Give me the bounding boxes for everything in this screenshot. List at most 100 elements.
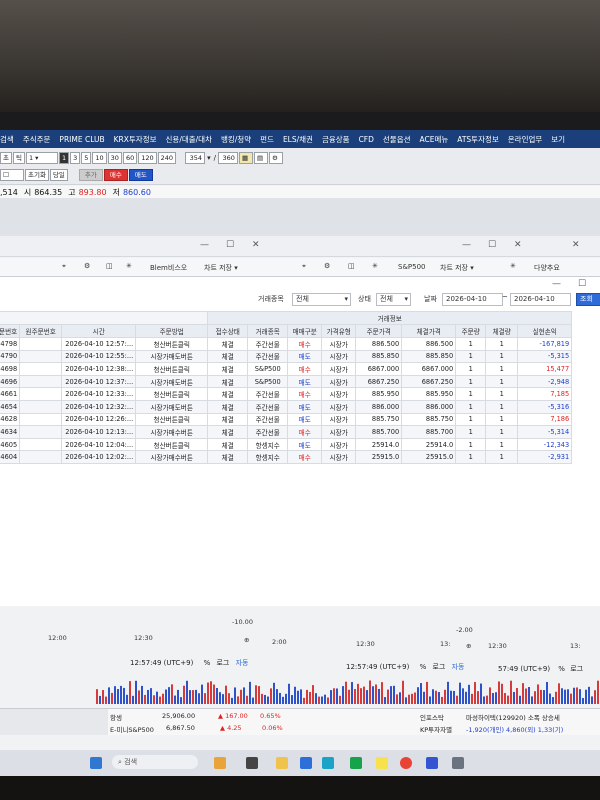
close-icon-2[interactable]: ✕ <box>514 240 522 250</box>
maximize-icon[interactable]: ☐ <box>226 240 234 250</box>
column-header[interactable]: 주문방법 <box>135 324 209 338</box>
interval-button-3[interactable]: 3 <box>70 152 81 164</box>
kakaotalk-icon[interactable] <box>376 757 388 769</box>
table-row[interactable]: 4661 2026-04-10 12:33:... 청산버튼클릭 체결 주간선물 매수 시장… <box>0 387 573 401</box>
interval-button-120[interactable]: 120 <box>138 152 157 164</box>
zoom-icon-2[interactable]: ⊕ <box>466 642 471 650</box>
column-header[interactable]: 실현손익 <box>517 324 573 338</box>
table-row[interactable]: 4604 2026-04-10 12:02:... 시장가매수버튼 체결 항셍지수 매수 시… <box>0 450 573 464</box>
interval-button-240[interactable]: 240 <box>157 152 177 164</box>
dialog-minimize-icon[interactable]: — <box>552 279 561 289</box>
symbol-filter-select[interactable]: 전체 ▾ <box>292 293 351 306</box>
column-header[interactable]: 가격유형 <box>321 324 357 338</box>
log-toggle-2[interactable]: 로그 <box>432 663 445 671</box>
add-button[interactable]: 추가 <box>78 169 103 181</box>
column-header[interactable]: 문번호 <box>0 324 21 338</box>
menu-item[interactable]: PRIME CLUB <box>59 135 104 144</box>
reset-button[interactable]: ☐ <box>0 169 24 181</box>
column-header[interactable]: 시간 <box>61 324 137 338</box>
menu-item[interactable]: ACE메뉴 <box>420 134 449 145</box>
menu-item[interactable]: 금융상품 <box>322 134 350 145</box>
date-from-input[interactable]: 2026-04-10 <box>442 293 503 306</box>
app-icon-4[interactable] <box>452 757 464 769</box>
menu-item[interactable]: 보기 <box>551 134 565 145</box>
zoom-icon[interactable]: ⊕ <box>244 636 249 644</box>
interval-button-1[interactable]: 1 <box>58 152 70 164</box>
table-row[interactable]: 4605 2026-04-10 12:04:... 청산버튼클릭 체결 항셍지수 매도 시장… <box>0 437 573 452</box>
status-filter-select[interactable]: 전체 ▾ <box>376 293 411 306</box>
interval-button-30[interactable]: 30 <box>107 152 122 164</box>
column-header[interactable]: 체결가격 <box>401 324 457 338</box>
table-row[interactable]: 4698 2026-04-10 12:38:... 청산버튼클릭 체결 S&P500 매수… <box>0 362 573 376</box>
grid-icon[interactable]: ▦ <box>238 152 253 164</box>
column-header[interactable]: 매매구분 <box>287 324 323 338</box>
app-icon-2[interactable] <box>350 757 362 769</box>
camera-icon[interactable]: ◫ <box>106 262 113 270</box>
log-toggle-3[interactable]: 로그 <box>570 665 583 673</box>
close-icon[interactable]: ✕ <box>252 240 260 250</box>
count-input[interactable]: 354 <box>185 152 206 164</box>
crosshair-icon-2[interactable]: ⌖ <box>302 262 306 271</box>
column-header[interactable]: 접수상태 <box>207 324 249 338</box>
menu-item[interactable]: 주식주문 <box>23 134 51 145</box>
crosshair-icon[interactable]: ⌖ <box>62 262 66 271</box>
menu-item[interactable]: 온라인업무 <box>508 134 543 145</box>
sun-icon-3[interactable]: ✳ <box>510 262 516 270</box>
menu-item[interactable]: CFD <box>359 135 374 144</box>
menu-item[interactable]: ELS/채권 <box>283 134 313 145</box>
left-chart-save-button[interactable]: 차트 저장 ▾ <box>204 263 238 273</box>
app-icon[interactable] <box>214 757 226 769</box>
same-day-button[interactable]: 당일 <box>49 169 68 181</box>
column-header[interactable]: 거래종목 <box>247 324 289 338</box>
percent-toggle-3[interactable]: % <box>558 665 565 673</box>
right-chart-save-button[interactable]: 차트 저장 ▾ <box>440 263 474 273</box>
app-icon-3[interactable] <box>426 757 438 769</box>
settings-gear-icon[interactable]: ⚙ <box>268 152 283 164</box>
percent-toggle-2[interactable]: % <box>420 663 427 671</box>
minimize-icon-2[interactable]: — <box>462 240 471 250</box>
tick-interval-button[interactable]: 틱 <box>12 152 25 164</box>
table-row[interactable]: 4790 2026-04-10 12:55:... 시장가매도버튼 체결 주간선물 매도 시… <box>0 349 573 364</box>
store-icon[interactable] <box>300 757 312 769</box>
gear-icon[interactable]: ⚙ <box>84 262 90 270</box>
column-header[interactable]: 주문가격 <box>355 324 403 338</box>
reset-label-button[interactable]: 초기화 <box>25 169 49 181</box>
percent-toggle[interactable]: % <box>204 659 211 667</box>
minimize-icon[interactable]: — <box>200 240 209 250</box>
auto-toggle[interactable]: 자동 <box>236 659 249 667</box>
menu-item[interactable]: 검색 <box>0 134 14 145</box>
menu-item[interactable]: 신용/대출/대차 <box>166 134 212 145</box>
sun-icon[interactable]: ✳ <box>126 262 132 270</box>
task-view-icon[interactable] <box>246 757 258 769</box>
chrome-icon[interactable] <box>400 757 412 769</box>
column-header[interactable]: 주문량 <box>455 324 487 338</box>
table-row[interactable]: 4654 2026-04-10 12:32:... 시장가매도버튼 체결 주간선물 매도 시… <box>0 399 573 414</box>
menu-item[interactable]: 선물옵션 <box>383 134 411 145</box>
table-row[interactable]: 4798 2026-04-10 12:57:... 청산버튼클릭 체결 주간선물 매수 시장… <box>0 337 573 351</box>
menu-item[interactable]: 펀드 <box>260 134 274 145</box>
log-toggle[interactable]: 로그 <box>216 659 229 667</box>
auto-toggle-2[interactable]: 자동 <box>452 663 465 671</box>
edge-icon[interactable] <box>322 757 334 769</box>
date-to-input[interactable]: 2026-04-10 <box>510 293 571 306</box>
maximize-icon-2[interactable]: ☐ <box>488 240 496 250</box>
menu-item[interactable]: 뱅킹/청약 <box>221 134 251 145</box>
sun-icon-2[interactable]: ✳ <box>372 262 378 270</box>
second-interval-button[interactable]: 초 <box>0 152 12 164</box>
table-row[interactable]: 4628 2026-04-10 12:26:... 청산버튼클릭 체결 주간선물 매도 시장… <box>0 412 573 427</box>
gear-icon-2[interactable]: ⚙ <box>324 262 330 270</box>
news-ticker[interactable]: 마성하이텍(129920) 소폭 상승세 <box>466 712 560 722</box>
menu-item[interactable]: KRX투자정보 <box>114 134 157 145</box>
dialog-maximize-icon[interactable]: ☐ <box>578 279 586 289</box>
column-header[interactable]: 원주문번호 <box>19 324 63 338</box>
taskbar-search[interactable]: ⌕ 검색 <box>112 755 198 769</box>
query-button[interactable]: 조회 <box>576 293 600 306</box>
windows-start-icon[interactable] <box>90 757 102 769</box>
file-explorer-icon[interactable] <box>276 757 288 769</box>
table-row[interactable]: 4696 2026-04-10 12:37:... 시장가매도버튼 체결 S&P500 매… <box>0 374 573 389</box>
camera-icon-2[interactable]: ◫ <box>348 262 355 270</box>
close-icon-3[interactable]: ✕ <box>572 240 580 250</box>
interval-button-60[interactable]: 60 <box>122 152 138 164</box>
save-icon[interactable]: ▤ <box>253 152 268 164</box>
unit-select[interactable]: 1 ▾ <box>25 152 58 164</box>
